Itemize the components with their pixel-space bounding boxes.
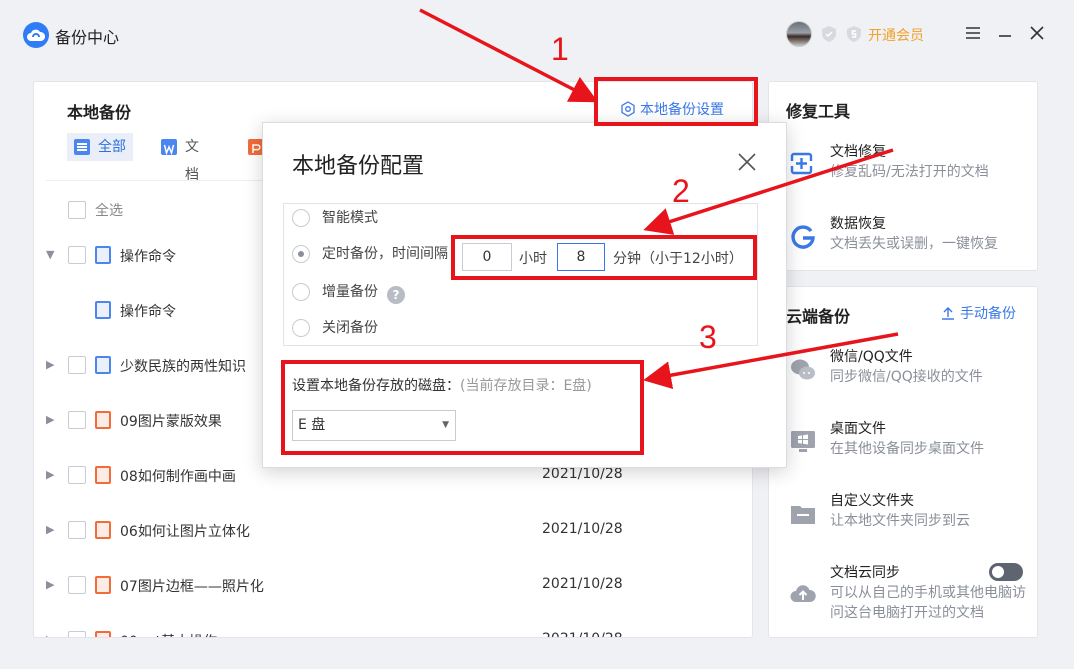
word-file-icon: [95, 356, 111, 374]
backup-config-dialog: 本地备份配置 智能模式 定时备份，时间间隔 增量备份 关闭备份 0 小时 8 分…: [262, 122, 787, 468]
mode-off-radio[interactable]: [292, 319, 310, 337]
windows-icon: [789, 428, 817, 456]
avatar[interactable]: [786, 21, 812, 47]
list-icon: [74, 139, 90, 155]
s-badge-icon[interactable]: [845, 25, 863, 43]
toggle-knob: [992, 566, 1004, 578]
app-title: 备份中心: [55, 28, 120, 47]
cloud-title: 云端备份: [786, 307, 851, 326]
expand-caret-icon[interactable]: ▶: [46, 575, 54, 595]
word-file-icon: [95, 246, 111, 264]
expand-caret-icon[interactable]: ▶: [46, 465, 54, 485]
chat-bubble-icon: [789, 356, 817, 384]
file-row[interactable]: ▶ 00ppt基本操作 2021/10/28: [34, 630, 752, 637]
row-checkbox[interactable]: [68, 631, 86, 637]
open-vip-link[interactable]: 开通会员: [868, 25, 924, 45]
cloud-logo-icon: [23, 22, 49, 48]
file-name: 09图片蒙版效果: [120, 414, 222, 430]
file-date: 2021/10/28: [542, 631, 623, 637]
local-backup-settings-link[interactable]: 本地备份设置: [620, 99, 724, 119]
manual-backup-button[interactable]: 手动备份: [941, 303, 1016, 323]
ppt-file-icon: [95, 466, 111, 484]
row-checkbox[interactable]: [68, 576, 86, 594]
repair-title: 修复工具: [786, 102, 851, 121]
file-date: 2021/10/28: [542, 521, 623, 537]
row-checkbox[interactable]: [68, 246, 86, 264]
close-icon[interactable]: [1027, 23, 1047, 43]
help-icon[interactable]: ?: [387, 286, 405, 304]
file-name: 08如何制作画中画: [120, 469, 236, 485]
doc-repair-icon: [789, 151, 817, 179]
minutes-input[interactable]: 8: [557, 243, 605, 271]
mode-incremental-radio[interactable]: [292, 283, 310, 301]
data-recovery-item[interactable]: 数据恢复 文档丢失或误删，一键恢复: [769, 213, 1039, 273]
dialog-close-icon[interactable]: [737, 152, 757, 172]
ppt-file-icon: [95, 631, 111, 637]
title-bar: 备份中心 开通会员: [0, 0, 1074, 68]
disk-label: 设置本地备份存放的磁盘：(当前存放目录：E盘): [292, 378, 592, 394]
doc-repair-item[interactable]: 文档修复 修复乱码/无法打开的文档: [769, 141, 1039, 201]
file-name: 00ppt基本操作: [120, 631, 217, 637]
cloud-backup-panel: 云端备份 手动备份 微信/QQ文件 同步微信/QQ接收的文件 桌面文件 在其他设…: [768, 286, 1038, 638]
expand-caret-icon[interactable]: ▶: [46, 410, 54, 430]
data-recovery-icon: [789, 223, 817, 251]
folder-icon: [789, 500, 817, 528]
repair-tools-panel: 修复工具 文档修复 修复乱码/无法打开的文档 数据恢复 文档丢失或误删，一键恢复: [768, 81, 1038, 271]
row-checkbox[interactable]: [68, 411, 86, 429]
select-all-checkbox[interactable]: [68, 201, 86, 219]
file-row[interactable]: ▶ 07图片边框——照片化 2021/10/28: [34, 575, 752, 630]
file-name: 06如何让图片立体化: [120, 524, 250, 540]
shield-badge-icon[interactable]: [820, 25, 838, 43]
file-name: 07图片边框——照片化: [120, 579, 264, 595]
upload-icon: [942, 307, 954, 320]
ppt-file-icon: [95, 411, 111, 429]
expand-caret-icon[interactable]: ▼: [46, 245, 54, 265]
file-name: 操作命令: [120, 304, 176, 320]
file-date: 2021/10/28: [542, 466, 623, 482]
word-file-icon: [95, 301, 111, 319]
dialog-title: 本地备份配置: [292, 154, 425, 179]
hours-unit: 小时: [519, 251, 547, 267]
wechat-qq-files-item[interactable]: 微信/QQ文件 同步微信/QQ接收的文件: [769, 346, 1039, 406]
row-checkbox[interactable]: [68, 521, 86, 539]
expand-caret-icon[interactable]: ▶: [46, 520, 54, 540]
expand-caret-icon[interactable]: ▶: [46, 630, 54, 637]
tab-all[interactable]: 全部: [67, 133, 133, 161]
row-checkbox[interactable]: [68, 466, 86, 484]
panel-title: 本地备份: [67, 103, 132, 122]
file-name: 少数民族的两性知识: [120, 359, 246, 375]
backup-mode-group: 智能模式 定时备份，时间间隔 增量备份 关闭备份: [283, 203, 758, 346]
file-name: 操作命令: [120, 249, 176, 265]
file-date: 2021/10/28: [542, 576, 623, 592]
word-icon: [161, 139, 177, 156]
settings-hex-icon: [621, 101, 635, 117]
doc-cloud-sync-item[interactable]: 文档云同步 可以从自己的手机或其他电脑访问这台电脑打开过的文档: [769, 562, 1039, 632]
hours-input[interactable]: 0: [462, 243, 512, 271]
menu-icon[interactable]: [963, 23, 983, 43]
select-all-label: 全选: [95, 203, 123, 219]
file-row[interactable]: ▶ 06如何让图片立体化 2021/10/28: [34, 520, 752, 575]
dropdown-arrow-icon: ▼: [442, 420, 449, 430]
ppt-file-icon: [95, 576, 111, 594]
minutes-unit: 分钟（小于12小时）: [613, 251, 743, 267]
minimize-icon[interactable]: [995, 23, 1015, 43]
row-checkbox[interactable]: [68, 356, 86, 374]
custom-folder-item[interactable]: 自定义文件夹 让本地文件夹同步到云: [769, 490, 1039, 550]
tab-doc[interactable]: 文档: [161, 133, 199, 183]
ppt-file-icon: [95, 521, 111, 539]
cloud-upload-icon: [789, 580, 817, 608]
desktop-files-item[interactable]: 桌面文件 在其他设备同步桌面文件: [769, 418, 1039, 478]
file-row[interactable]: ▶ 08如何制作画中画 2021/10/28: [34, 465, 752, 520]
mode-scheduled-radio[interactable]: [292, 245, 310, 263]
cloud-sync-toggle[interactable]: [989, 563, 1023, 581]
disk-select[interactable]: E 盘 ▼: [292, 410, 456, 441]
mode-smart-radio[interactable]: [292, 209, 310, 227]
expand-caret-icon[interactable]: ▶: [46, 355, 54, 375]
